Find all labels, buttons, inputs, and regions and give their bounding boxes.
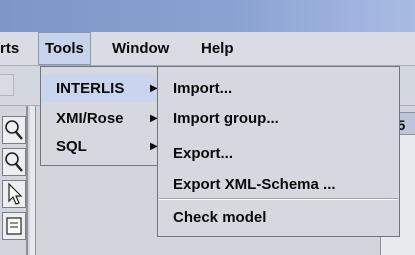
menu-item-sql[interactable]: SQL ▶ <box>42 133 166 160</box>
note-icon[interactable] <box>2 212 26 240</box>
menu-item-label: XMI/Rose <box>56 110 124 127</box>
zoom-icon[interactable] <box>2 116 26 144</box>
menu-item-export[interactable]: Export... <box>159 140 233 167</box>
menu-item-import-group[interactable]: Import group... <box>159 105 279 132</box>
diagram-edge <box>30 106 36 255</box>
menu-separator <box>159 198 398 200</box>
interlis-submenu: Import... Import group... Export... Expo… <box>157 66 400 237</box>
tools-menu: INTERLIS ▶ XMI/Rose ▶ SQL ▶ <box>40 66 167 166</box>
menu-item-import[interactable]: Import... <box>159 75 232 102</box>
menu-item-check-model[interactable]: Check model <box>159 204 266 231</box>
menu-window[interactable]: Window <box>106 32 175 65</box>
menu-item-xmi-rose[interactable]: XMI/Rose ▶ <box>42 105 166 132</box>
menu-item-export-xml-schema[interactable]: Export XML-Schema ... <box>159 171 336 198</box>
menu-item-interlis[interactable]: INTERLIS ▶ <box>42 75 166 102</box>
menu-reports[interactable]: rts <box>0 32 25 65</box>
zoom-icon[interactable] <box>2 148 26 176</box>
menu-tools[interactable]: Tools <box>38 32 91 65</box>
menu-help[interactable]: Help <box>195 32 240 65</box>
tool-palette <box>0 106 28 255</box>
menu-item-label: SQL <box>56 138 87 155</box>
menu-bar: rts Tools Window Help <box>0 32 415 66</box>
window-title-bar <box>0 0 415 32</box>
toolbar-button-disabled <box>0 74 14 96</box>
menu-item-label: INTERLIS <box>56 80 125 97</box>
select-arrow-icon[interactable] <box>2 180 26 208</box>
